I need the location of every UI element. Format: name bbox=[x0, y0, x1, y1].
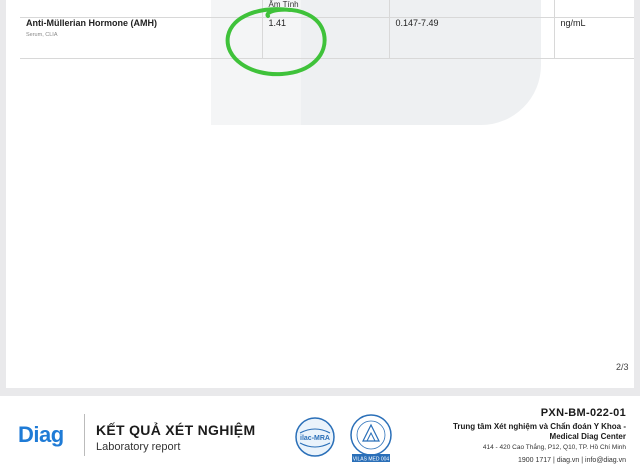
center-address: 414 - 420 Cao Thắng, P12, Q10, TP. Hồ Ch… bbox=[482, 444, 626, 451]
svg-text:VILAS MED 004: VILAS MED 004 bbox=[353, 457, 390, 463]
center-contact: 1900 1717 | diag.vn | info@diag.vn bbox=[517, 457, 626, 464]
report-page: Âm Tính Anti-Müllerian Hormone (AMH) Ser… bbox=[6, 0, 634, 388]
hand-drawn-circle bbox=[225, 7, 327, 77]
document-code: PXN-BM-022-01 bbox=[540, 407, 626, 419]
report-footer: Diag KẾT QUẢ XÉT NGHIỆM Laboratory repor… bbox=[0, 396, 640, 472]
center-name: Trung tâm Xét nghiệm và Chẩn đoán Y Khoa… bbox=[452, 422, 626, 441]
unit: ng/mL bbox=[554, 17, 634, 59]
report-title-vn: KẾT QUẢ XÉT NGHIỆM bbox=[96, 422, 256, 438]
ilac-mra-logo: ilac-MRA bbox=[295, 417, 335, 457]
page-number: 2/3 bbox=[616, 362, 629, 372]
report-title-en: Laboratory report bbox=[96, 441, 181, 453]
diag-logo: Diag bbox=[18, 422, 64, 448]
brand-wordmark: Diag bbox=[18, 422, 64, 447]
vilas-accreditation-seal: VILAS MED 004 bbox=[350, 414, 392, 463]
divider bbox=[84, 414, 85, 456]
svg-text:ilac-MRA: ilac-MRA bbox=[300, 435, 330, 442]
reference-range: 0.147-7.49 bbox=[389, 17, 555, 59]
